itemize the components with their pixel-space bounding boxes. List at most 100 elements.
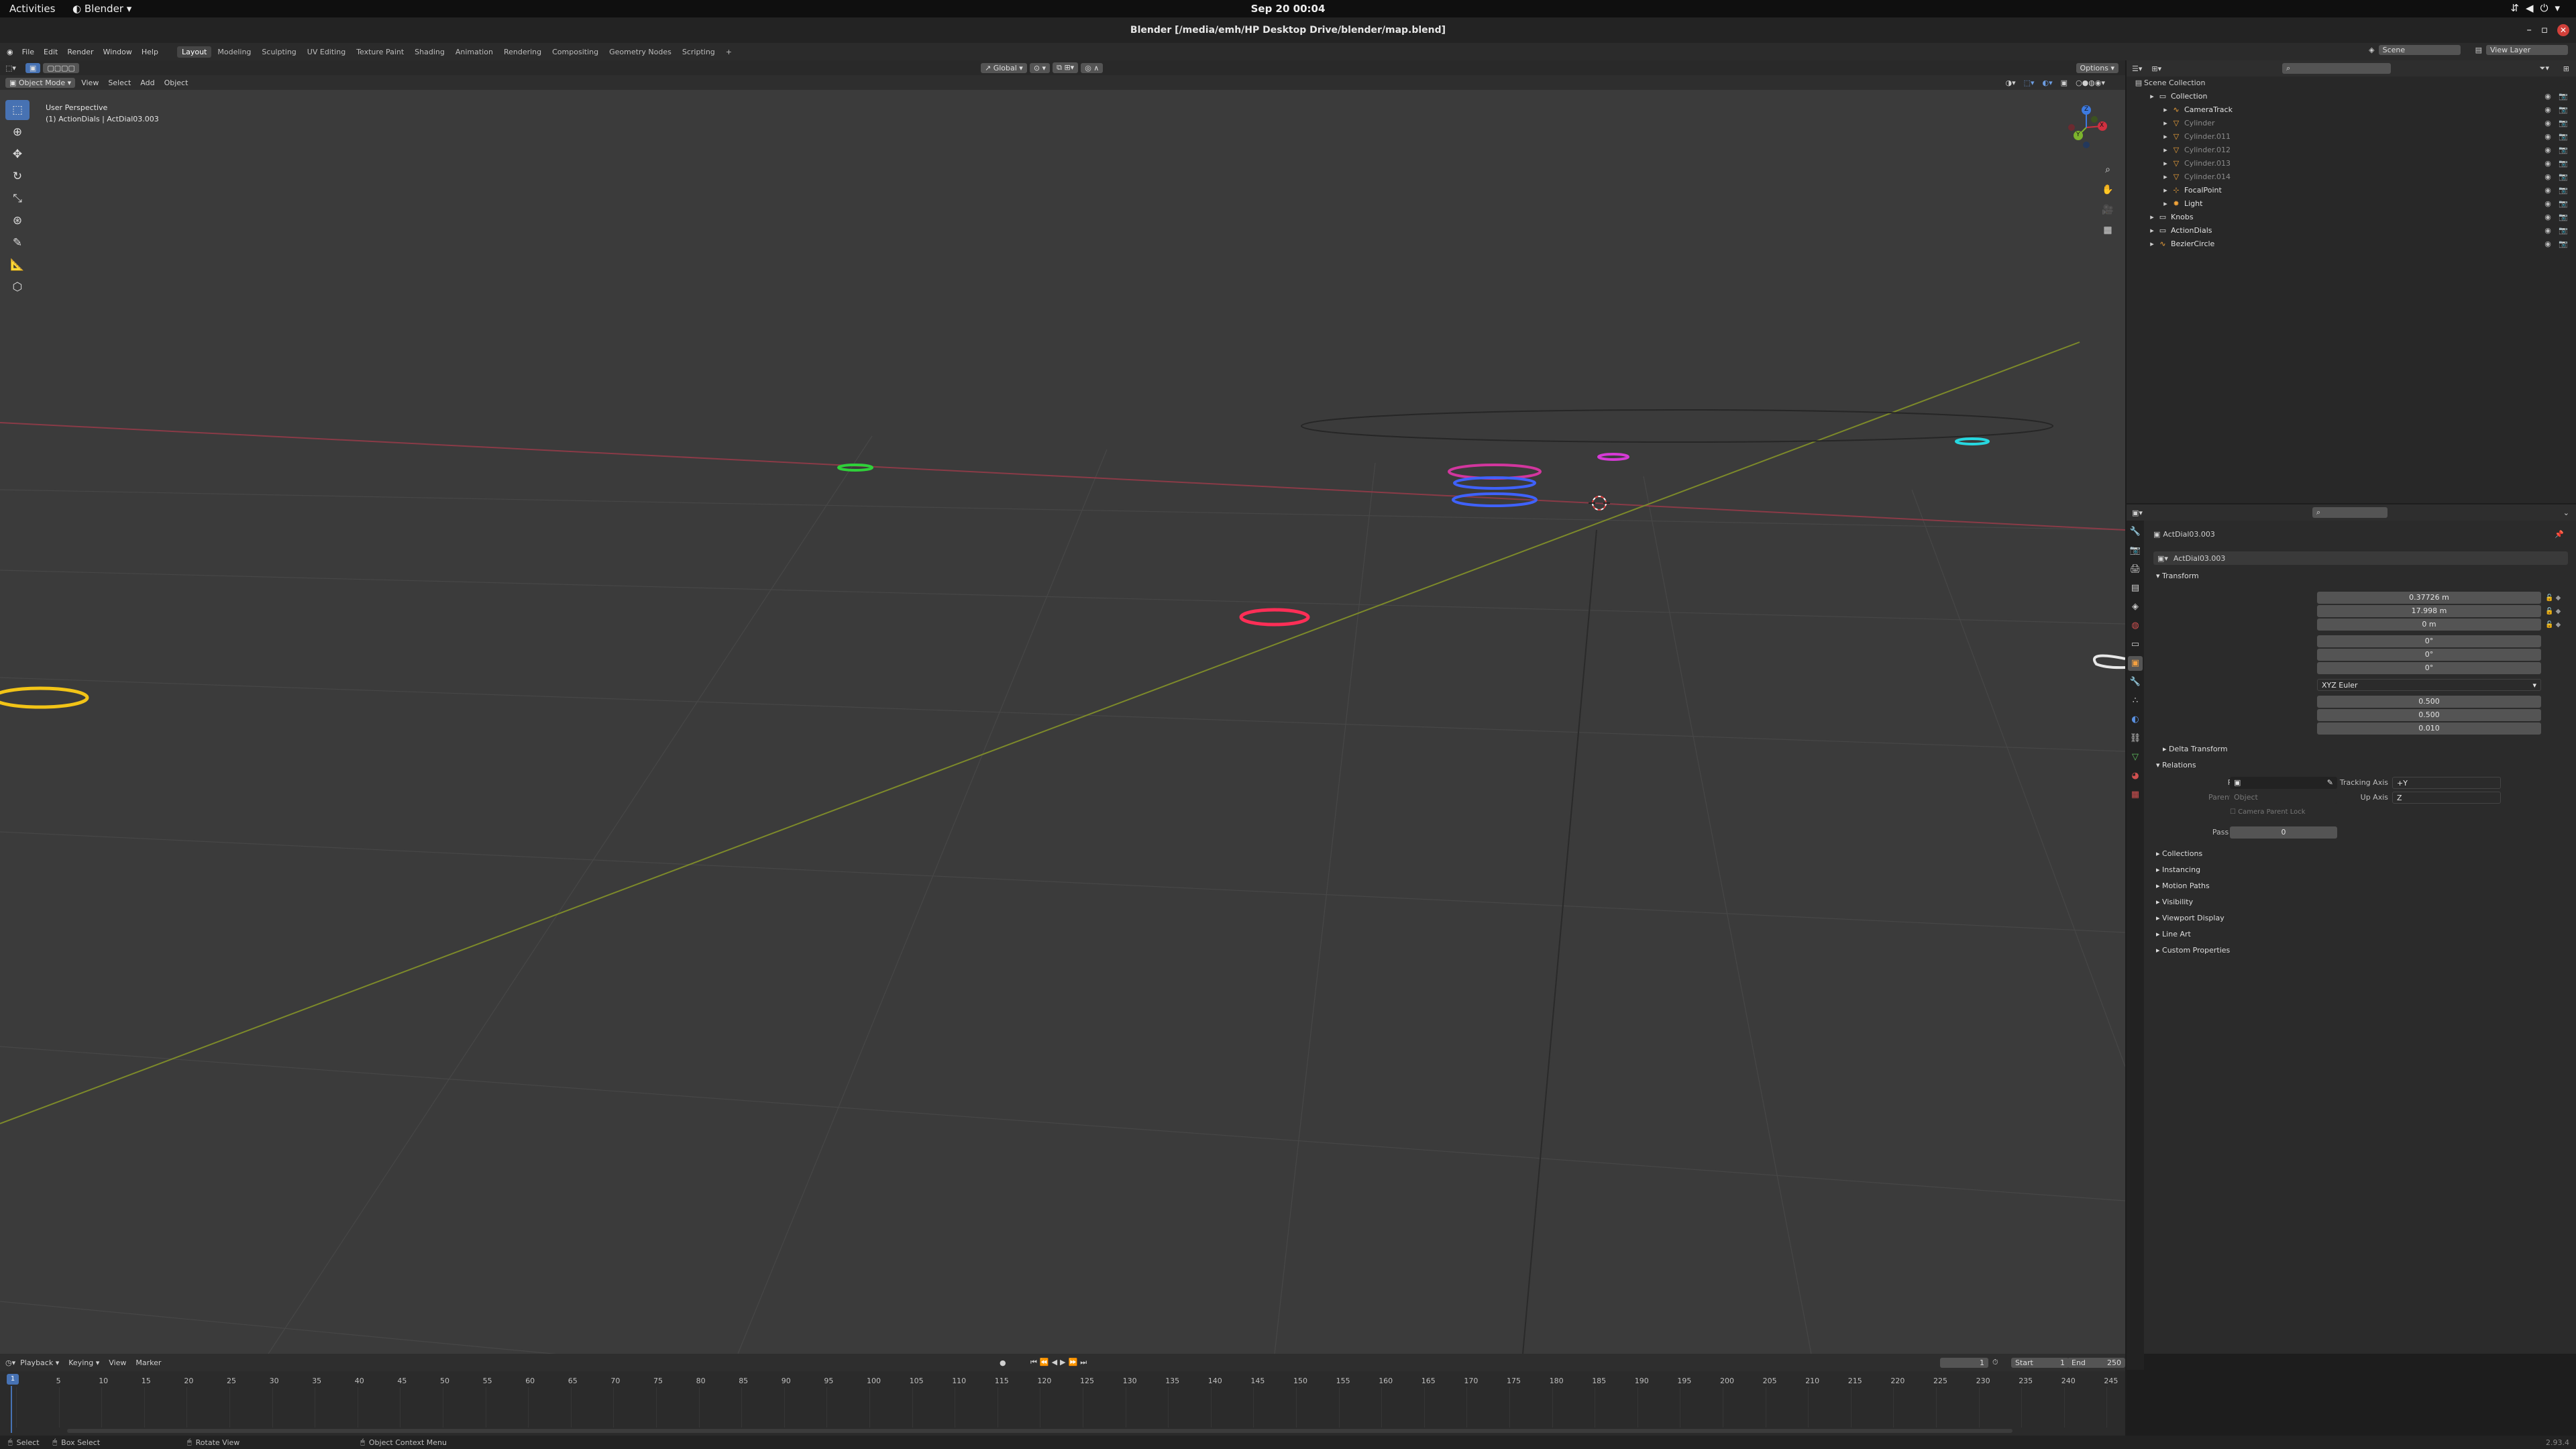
properties-search-input[interactable]: ⌕ bbox=[2312, 507, 2387, 518]
location-y-field[interactable]: 17.998 m bbox=[2317, 605, 2541, 617]
scale-x-field[interactable]: 0.500 bbox=[2317, 696, 2541, 708]
expand-arrow-icon[interactable]: ▸ bbox=[2160, 130, 2171, 144]
outliner-editor-icon[interactable]: ☰▾ bbox=[2132, 64, 2142, 73]
scale-y-field[interactable]: 0.500 bbox=[2317, 709, 2541, 721]
menu-keying[interactable]: Keying ▾ bbox=[64, 1358, 104, 1367]
object-datablock-field[interactable]: ▣▾ ActDial03.003 bbox=[2153, 551, 2568, 565]
outliner-item-cylinder-014[interactable]: ▸ ▽ Cylinder.014 ◉ 📷 bbox=[2127, 170, 2576, 184]
pan-icon[interactable]: ✋ bbox=[2101, 180, 2114, 200]
data-tab-icon[interactable]: ▽ bbox=[2128, 750, 2143, 765]
menu-edit[interactable]: Edit bbox=[39, 48, 62, 56]
cursor-tool[interactable]: ⊕ bbox=[5, 122, 30, 142]
menu-object[interactable]: Object bbox=[160, 78, 193, 87]
properties-editor-icon[interactable]: ▣▾ bbox=[2132, 508, 2143, 517]
visibility-eye-icon[interactable]: ◉ 📷 bbox=[2544, 237, 2571, 251]
transform-orientation-dropdown[interactable]: ↗ Global ▾ bbox=[981, 62, 1027, 73]
tab-geometry-nodes[interactable]: Geometry Nodes bbox=[604, 46, 676, 58]
select-mode-button[interactable]: ▣ bbox=[25, 62, 41, 73]
annotate-tool[interactable]: ✎ bbox=[5, 233, 30, 253]
new-collection-icon[interactable]: ⊞ bbox=[2563, 64, 2569, 73]
maximize-button[interactable]: ▫ bbox=[2541, 23, 2557, 36]
menu-window[interactable]: Window bbox=[99, 48, 137, 56]
outliner-root[interactable]: ▤ Scene Collection bbox=[2127, 76, 2576, 90]
viewport-display-panel-header[interactable]: ▸ Viewport Display bbox=[2149, 911, 2569, 927]
move-tool[interactable]: ✥ bbox=[5, 144, 30, 164]
tab-rendering[interactable]: Rendering bbox=[499, 46, 546, 58]
start-frame-field[interactable]: Start 1 bbox=[2011, 1357, 2069, 1368]
close-button[interactable]: ✕ bbox=[2557, 24, 2569, 36]
menu-timeline-view[interactable]: View bbox=[104, 1358, 131, 1367]
tab-uv-editing[interactable]: UV Editing bbox=[303, 46, 350, 58]
outliner-item-cylinder-012[interactable]: ▸ ▽ Cylinder.012 ◉ 📷 bbox=[2127, 144, 2576, 157]
navigation-gizmo[interactable]: X Y Z bbox=[2059, 101, 2113, 154]
tab-sculpting[interactable]: Sculpting bbox=[257, 46, 301, 58]
menu-select[interactable]: Select bbox=[103, 78, 136, 87]
visibility-eye-icon[interactable]: ◉ 📷 bbox=[2544, 117, 2571, 130]
rotation-x-field[interactable]: 0° bbox=[2317, 635, 2541, 647]
tab-scripting[interactable]: Scripting bbox=[678, 46, 720, 58]
transform-tool[interactable]: ⊛ bbox=[5, 211, 30, 231]
output-tab-icon[interactable]: 🖨 bbox=[2128, 562, 2143, 577]
tab-layout[interactable]: Layout bbox=[176, 46, 212, 58]
expand-arrow-icon[interactable]: ▸ bbox=[2160, 197, 2171, 211]
location-x-field[interactable]: 0.37726 m bbox=[2317, 592, 2541, 604]
delta-transform-header[interactable]: ▸ Delta Transform bbox=[2156, 742, 2576, 757]
camera-view-icon[interactable]: 🎥 bbox=[2101, 200, 2114, 220]
overlay-toggle-icon[interactable]: ◐▾ bbox=[2043, 78, 2053, 87]
outliner-item-actiondials[interactable]: ▸ ▭ ActionDials ◉ 📷 bbox=[2127, 224, 2576, 237]
proportional-edit-toggle[interactable]: ◎ ∧ bbox=[1081, 62, 1104, 73]
outliner-item-cylinder-013[interactable]: ▸ ▽ Cylinder.013 ◉ 📷 bbox=[2127, 157, 2576, 170]
expand-arrow-icon[interactable]: ▸ bbox=[2147, 224, 2157, 237]
pivot-point-dropdown[interactable]: ⊙ ▾ bbox=[1029, 62, 1051, 73]
outliner-item-light[interactable]: ▸ ✹ Light ◉ 📷 bbox=[2127, 197, 2576, 211]
timeline-editor-icon[interactable]: ◷▾ bbox=[5, 1358, 15, 1367]
mode-toggle-buttons[interactable]: ▢▢▢▢ bbox=[43, 62, 79, 73]
visibility-eye-icon[interactable]: ◉ 📷 bbox=[2544, 90, 2571, 103]
modifier-tab-icon[interactable]: 🔧 bbox=[2128, 675, 2143, 690]
tab-compositing[interactable]: Compositing bbox=[547, 46, 603, 58]
scale-z-field[interactable]: 0.010 bbox=[2317, 722, 2541, 735]
outliner-item-focalpoint[interactable]: ▸ ⊹ FocalPoint ◉ 📷 bbox=[2127, 184, 2576, 197]
expand-arrow-icon[interactable]: ▸ bbox=[2147, 90, 2157, 103]
preview-range-icon[interactable]: ⏱ bbox=[1992, 1358, 1998, 1367]
outliner-item-beziercircle[interactable]: ▸ ∿ BezierCircle ◉ 📷 bbox=[2127, 237, 2576, 251]
menu-playback[interactable]: Playback ▾ bbox=[15, 1358, 64, 1367]
visibility-eye-icon[interactable]: ◉ 📷 bbox=[2544, 224, 2571, 237]
outliner-item-cylinder-011[interactable]: ▸ ▽ Cylinder.011 ◉ 📷 bbox=[2127, 130, 2576, 144]
minimize-button[interactable]: – bbox=[2526, 23, 2541, 36]
shading-modes-icon[interactable]: ○●◍◉▾ bbox=[2076, 78, 2105, 87]
visibility-eye-icon[interactable]: ◉ 📷 bbox=[2544, 144, 2571, 157]
xray-toggle-icon[interactable]: ▣ bbox=[2061, 78, 2068, 87]
relations-panel-header[interactable]: ▾ Relations bbox=[2149, 758, 2576, 773]
expand-arrow-icon[interactable]: ▸ bbox=[2160, 103, 2171, 117]
expand-arrow-icon[interactable]: ▸ bbox=[2160, 184, 2171, 197]
end-frame-field[interactable]: End 250 bbox=[2068, 1357, 2125, 1368]
snap-toggle[interactable]: ⧉ ⊞▾ bbox=[1053, 62, 1079, 73]
visibility-eye-icon[interactable]: ◉ 📷 bbox=[2544, 211, 2571, 224]
outliner-item-cylinder[interactable]: ▸ ▽ Cylinder ◉ 📷 bbox=[2127, 117, 2576, 130]
add-workspace-button[interactable]: + bbox=[721, 46, 737, 58]
visibility-eye-icon[interactable]: ◉ 📷 bbox=[2544, 157, 2571, 170]
blender-logo-icon[interactable]: ◉ bbox=[0, 48, 17, 56]
visibility-eye-icon[interactable]: ◉ 📷 bbox=[2544, 130, 2571, 144]
expand-arrow-icon[interactable]: ▸ bbox=[2147, 237, 2157, 251]
lock-icon[interactable]: 🔓 ◆ bbox=[2545, 592, 2572, 605]
3d-viewport[interactable]: ⬚▾ ▣ ▢▢▢▢ ↗ Global ▾ ⊙ ▾ ⧉ ⊞▾ ◎ ∧ Option… bbox=[0, 60, 2125, 1354]
motion-paths-panel-header[interactable]: ▸ Motion Paths bbox=[2149, 879, 2569, 895]
object-tab-icon[interactable]: ▣ bbox=[2128, 656, 2143, 671]
visibility-panel-header[interactable]: ▸ Visibility bbox=[2149, 895, 2569, 911]
visibility-eye-icon[interactable]: ◉ 📷 bbox=[2544, 184, 2571, 197]
playback-controls[interactable]: ⏮⏪◀▶⏩⏭ bbox=[1030, 1358, 1089, 1367]
outliner-display-mode-icon[interactable]: ⊞▾ bbox=[2151, 64, 2161, 73]
add-cube-tool[interactable]: ⬡ bbox=[5, 277, 30, 297]
expand-arrow-icon[interactable]: ▸ bbox=[2147, 211, 2157, 224]
pass-index-field[interactable]: 0 bbox=[2230, 826, 2337, 839]
tab-animation[interactable]: Animation bbox=[451, 46, 498, 58]
rotation-mode-dropdown[interactable]: XYZ Euler ▾ bbox=[2317, 679, 2541, 691]
constraints-tab-icon[interactable]: ⛓ bbox=[2128, 731, 2143, 746]
outliner-item-cameratrack[interactable]: ▸ ∿ CameraTrack ◉ 📷 bbox=[2127, 103, 2576, 117]
collection-tab-icon[interactable]: ▭ bbox=[2128, 637, 2143, 652]
custom-properties-panel-header[interactable]: ▸ Custom Properties bbox=[2149, 943, 2569, 959]
timeline-scrollbar[interactable] bbox=[67, 1429, 2012, 1433]
object-mode-dropdown[interactable]: ▣ Object Mode ▾ bbox=[5, 77, 76, 88]
